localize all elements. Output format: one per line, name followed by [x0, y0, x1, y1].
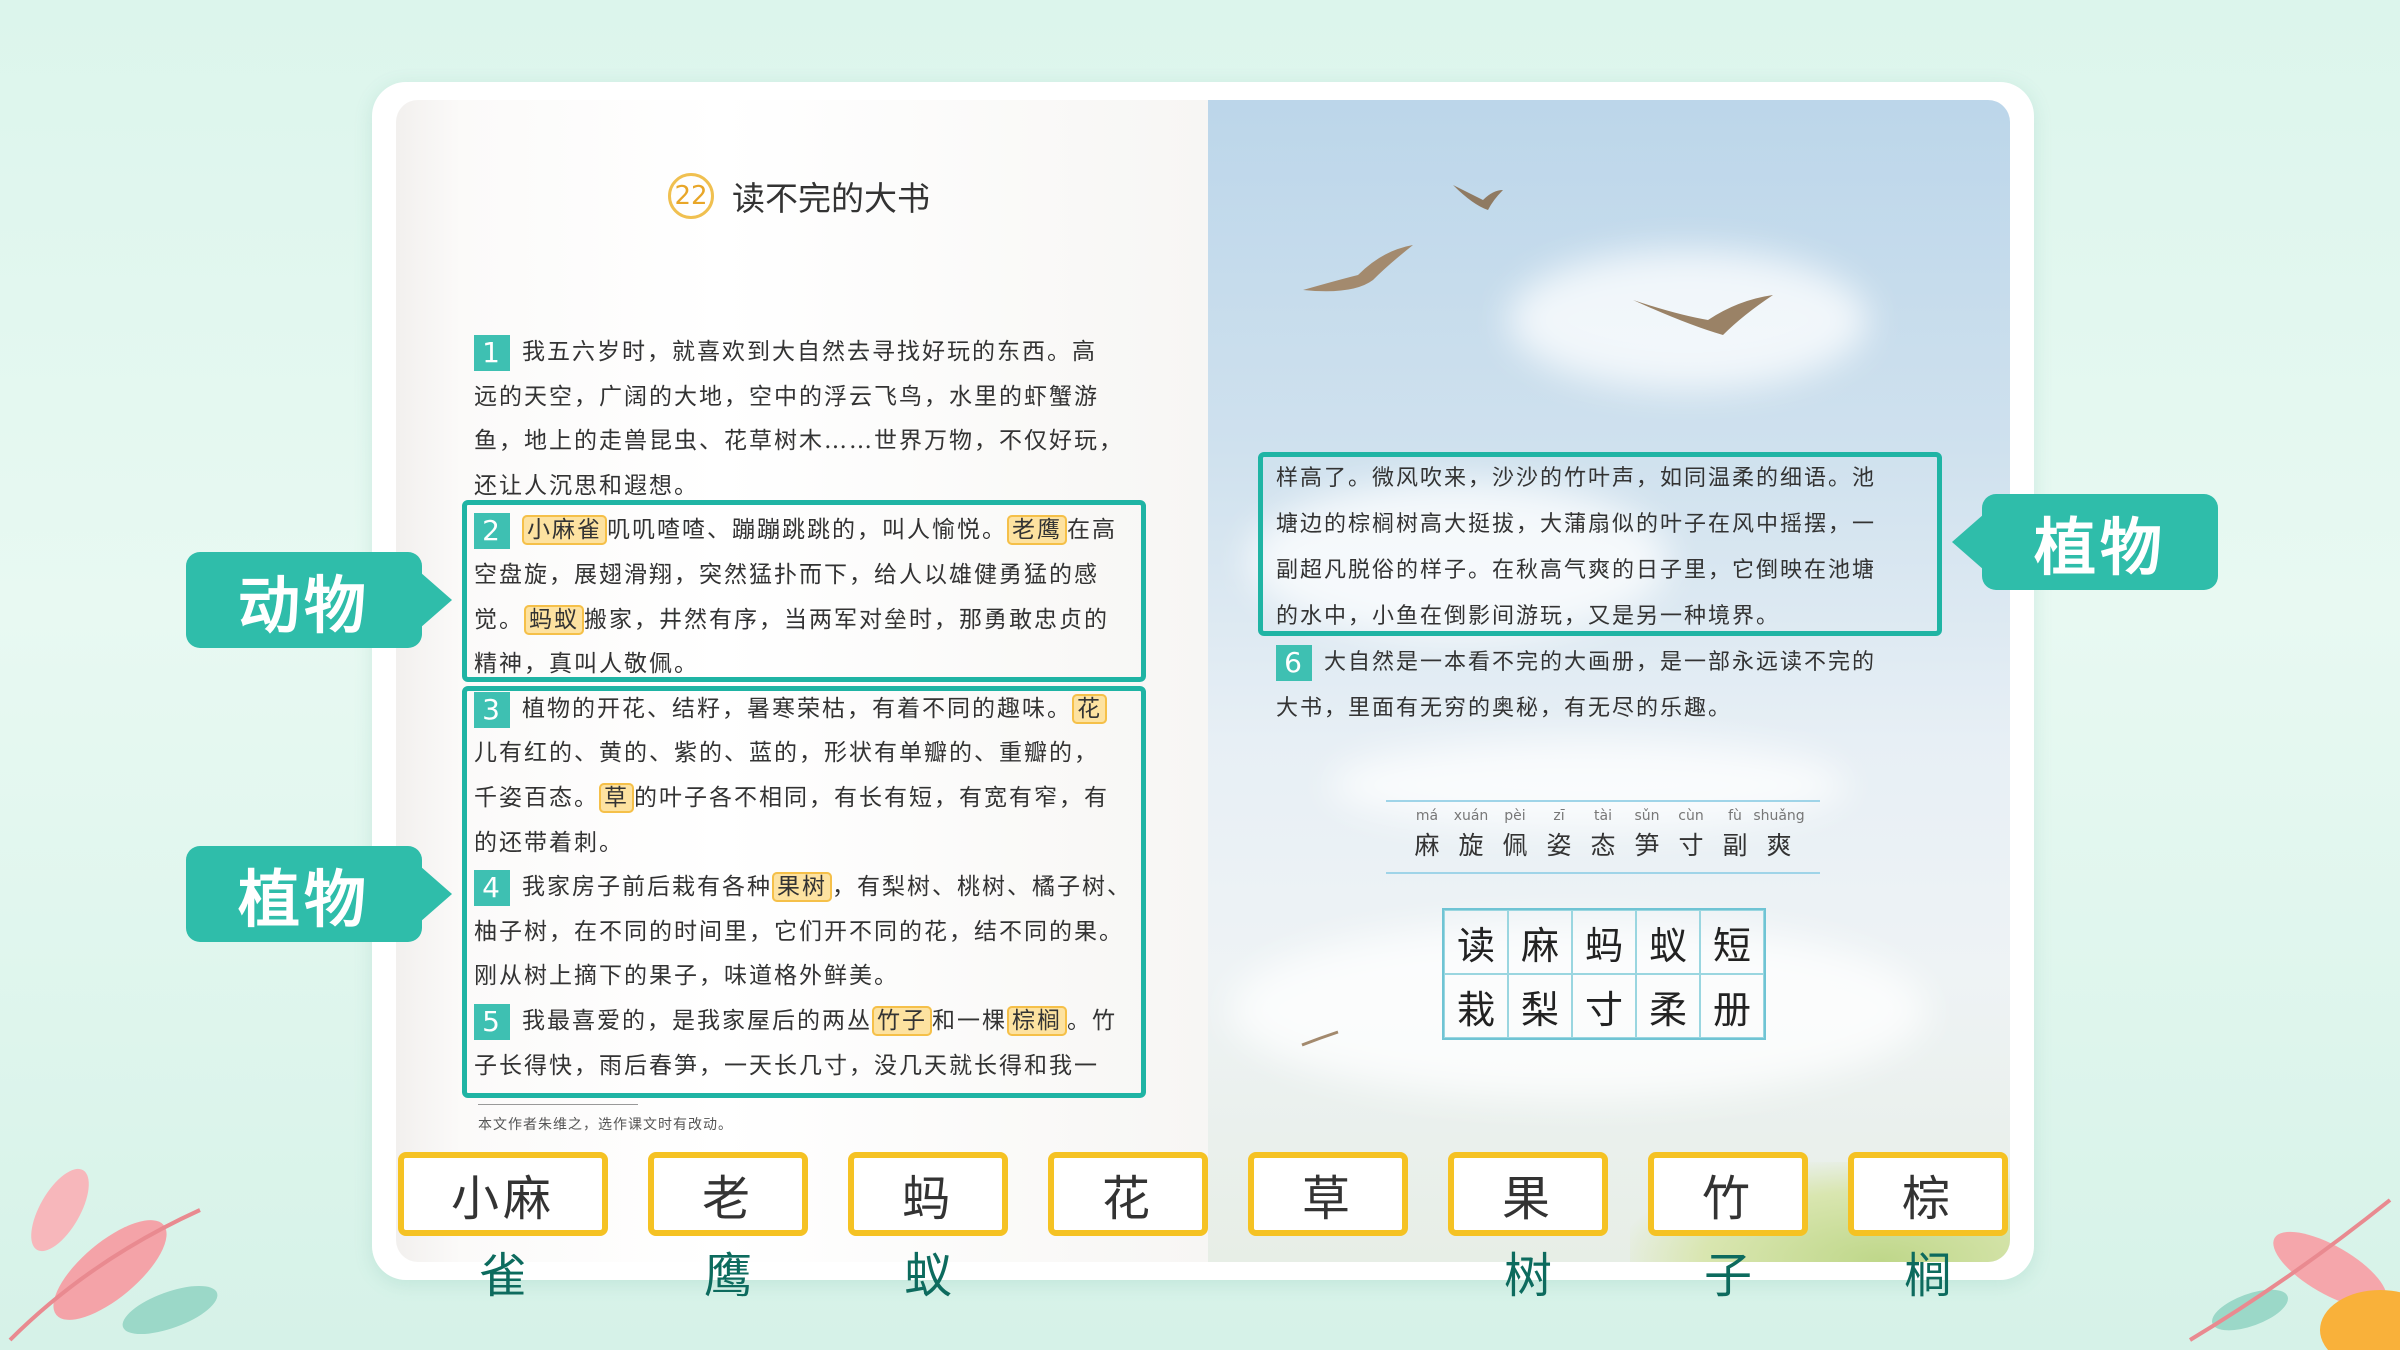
pinyin: sǔn	[1634, 808, 1660, 824]
writing-character: 梨	[1508, 974, 1572, 1038]
paragraph-6: 6 大自然是一本看不完的大画册，是一部永远读不完的 大书，里面有无穷的奥秘，有无尽…	[1276, 640, 1876, 732]
text-segment: 远的天空，广阔的大地，空中的浮云飞鸟，水里的虾蟹游	[474, 383, 1099, 410]
writing-character: 柔	[1636, 974, 1700, 1038]
vocabulary-word: xuán 旋	[1453, 808, 1489, 862]
pinyin: tài	[1594, 808, 1612, 824]
paragraph-1: 1 我五六岁时，就喜欢到大自然去寻找好玩的东西。高远的天空，广阔的大地，空中的浮云…	[474, 330, 1134, 508]
word-card[interactable]: 草	[1248, 1152, 1408, 1236]
bird-illustration	[1303, 245, 1413, 292]
vocabulary-word: sǔn 笋	[1630, 808, 1664, 862]
writing-character: 栽	[1444, 974, 1508, 1038]
leaf-decoration-right	[2188, 1198, 2400, 1350]
hanzi: 麻	[1414, 831, 1440, 860]
footnote: 本文作者朱维之，选作课文时有改动。	[478, 1117, 733, 1133]
paragraph-number: 6	[1276, 645, 1312, 681]
hanzi: 寸	[1678, 831, 1704, 860]
pinyin: fù	[1728, 808, 1742, 824]
word-card-overflow-char: 雀	[479, 1248, 528, 1304]
writing-character-grid: 读麻蚂蚁短栽梨寸柔册	[1442, 908, 1766, 1040]
vocabulary-word: má 麻	[1410, 808, 1444, 862]
writing-character: 寸	[1572, 974, 1636, 1038]
hanzi: 姿	[1546, 831, 1572, 860]
text-line: 大自然是一本看不完的大画册，是一部永远读不完的	[1324, 650, 1877, 675]
plants-label-right: 植物	[1952, 494, 2218, 590]
pinyin: má	[1415, 808, 1439, 824]
word-card-overflow-char: 鹰	[704, 1248, 753, 1304]
text-line: 1 我五六岁时，就喜欢到大自然去寻找好玩的东西。高	[474, 330, 1134, 375]
vocabulary-pinyin-row: má 麻 xuán 旋 pèi 佩 zī 姿 tài 态 sǔn 笋 cùn 寸 fù 副 shuǎng 爽	[1386, 800, 1820, 874]
bird-illustration	[1633, 295, 1773, 335]
writing-character: 读	[1444, 910, 1508, 974]
vocabulary-word: cùn 寸	[1674, 808, 1708, 862]
plants-highlight-box-right	[1258, 452, 1942, 636]
hanzi: 佩	[1502, 831, 1528, 860]
plants-label-left: 植物	[186, 846, 452, 942]
bird-illustration	[1301, 1030, 1339, 1047]
hanzi: 爽	[1766, 831, 1792, 860]
pinyin: xuán	[1453, 808, 1489, 824]
word-card[interactable]: 棕	[1848, 1152, 2008, 1236]
lesson-title: 22 读不完的大书	[668, 172, 930, 220]
word-card-overflow-char: 树	[1504, 1248, 1553, 1304]
hanzi: 副	[1722, 831, 1748, 860]
animals-label: 动物	[186, 552, 452, 648]
vocabulary-word: tài 态	[1586, 808, 1620, 862]
text-line: 远的天空，广阔的大地，空中的浮云飞鸟，水里的虾蟹游	[474, 375, 1134, 420]
leaf-decoration-left	[8, 1168, 218, 1342]
pinyin: cùn	[1678, 808, 1704, 824]
bird-illustration	[1453, 185, 1503, 210]
hanzi: 笋	[1634, 831, 1660, 860]
hanzi: 态	[1590, 831, 1616, 860]
plants-highlight-box-left	[462, 686, 1146, 1098]
writing-character: 麻	[1508, 910, 1572, 974]
word-card[interactable]: 蚂	[848, 1152, 1008, 1236]
lesson-number-badge: 22	[668, 173, 714, 219]
text-segment: 还让人沉思和遐想。	[474, 472, 699, 499]
word-card[interactable]: 花	[1048, 1152, 1208, 1236]
word-card-overflow-char: 子	[1704, 1248, 1753, 1304]
paragraph-number: 1	[474, 335, 510, 371]
animals-highlight-box	[462, 500, 1146, 682]
word-card-overflow-char: 蚁	[904, 1248, 953, 1304]
vocabulary-word: zī 姿	[1542, 808, 1576, 862]
word-card[interactable]: 果	[1448, 1152, 1608, 1236]
text-line: 大书，里面有无穷的奥秘，有无尽的乐趣。	[1276, 696, 1733, 721]
vocabulary-word: shuǎng 爽	[1753, 808, 1804, 862]
vocabulary-word: pèi 佩	[1498, 808, 1532, 862]
writing-character: 蚂	[1572, 910, 1636, 974]
writing-character: 蚁	[1636, 910, 1700, 974]
text-segment: 鱼，地上的走兽昆虫、花草树木……世界万物，不仅好玩，	[474, 428, 1124, 455]
word-card-overflow-char: 榈	[1904, 1248, 1953, 1304]
word-card[interactable]: 竹	[1648, 1152, 1808, 1236]
pinyin: shuǎng	[1753, 808, 1805, 824]
writing-character: 册	[1700, 974, 1764, 1038]
hanzi: 旋	[1458, 831, 1484, 860]
vocabulary-word: fù 副	[1718, 808, 1752, 862]
word-card[interactable]: 老	[648, 1152, 808, 1236]
footnote-divider	[478, 1104, 638, 1105]
word-card[interactable]: 小麻	[398, 1152, 608, 1236]
writing-character: 短	[1700, 910, 1764, 974]
lesson-title-text: 读不完的大书	[732, 179, 930, 218]
pinyin: zī	[1553, 808, 1565, 824]
text-segment: 我五六岁时，就喜欢到大自然去寻找好玩的东西。高	[522, 339, 1097, 365]
pinyin: pèi	[1504, 808, 1526, 824]
text-line: 鱼，地上的走兽昆虫、花草树木……世界万物，不仅好玩，	[474, 419, 1134, 464]
